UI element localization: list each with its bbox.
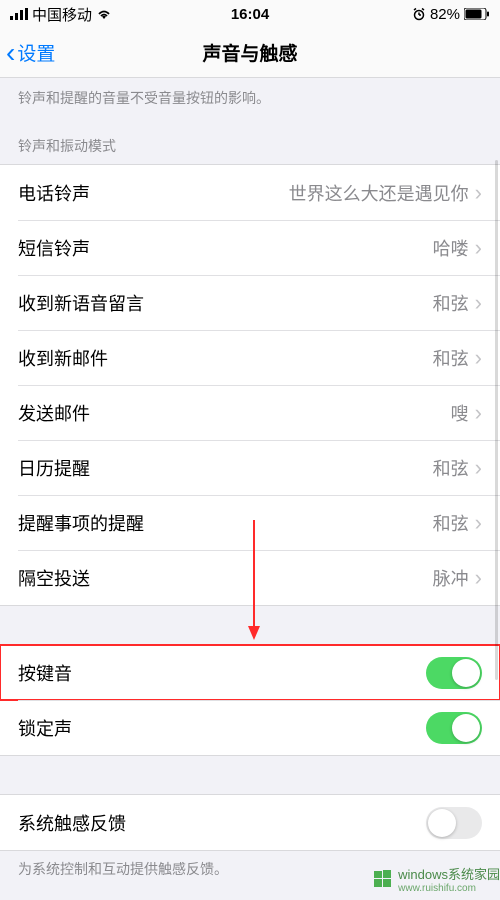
chevron-right-icon: › [475, 402, 482, 424]
row-value: 哈喽 [433, 235, 469, 261]
row-voicemail[interactable]: 收到新语音留言 和弦 › [0, 275, 500, 330]
chevron-right-icon: › [475, 457, 482, 479]
toggle-lock-sound[interactable] [426, 712, 482, 744]
row-label: 提醒事项的提醒 [18, 510, 144, 536]
row-label: 收到新语音留言 [18, 290, 144, 316]
back-button[interactable]: ‹ 设置 [0, 39, 55, 67]
row-label: 短信铃声 [18, 235, 90, 261]
row-label: 隔空投送 [18, 565, 90, 591]
group-ringtones: 电话铃声 世界这么大还是遇见你 › 短信铃声 哈喽 › 收到新语音留言 和弦 ›… [0, 164, 500, 606]
row-label: 收到新邮件 [18, 345, 108, 371]
back-label: 设置 [17, 39, 55, 66]
row-newmail[interactable]: 收到新邮件 和弦 › [0, 330, 500, 385]
scrollbar[interactable] [495, 160, 498, 680]
watermark-brand: windows系统家园 [398, 867, 500, 882]
watermark-url: www.ruishifu.com [398, 883, 500, 894]
row-value: 脉冲 [433, 565, 469, 591]
row-keyboard-clicks[interactable]: 按键音 [0, 645, 500, 700]
row-value: 和弦 [433, 510, 469, 536]
row-value: 世界这么大还是遇见你 [289, 180, 469, 206]
row-value: 和弦 [433, 290, 469, 316]
status-bar: 中国移动 16:04 82% [0, 0, 500, 28]
row-label: 发送邮件 [18, 400, 90, 426]
group-haptic: 系统触感反馈 [0, 794, 500, 851]
screen: 中国移动 16:04 82% ‹ 设置 声音与触感 铃声和提醒的音量不受音量按钮… [0, 0, 500, 900]
chevron-right-icon: › [475, 182, 482, 204]
nav-bar: ‹ 设置 声音与触感 [0, 28, 500, 78]
row-sentmail[interactable]: 发送邮件 嗖 › [0, 385, 500, 440]
chevron-right-icon: › [475, 512, 482, 534]
status-time: 16:04 [0, 6, 500, 23]
row-calendar[interactable]: 日历提醒 和弦 › [0, 440, 500, 495]
row-label: 电话铃声 [18, 180, 90, 206]
chevron-left-icon: ‹ [6, 39, 15, 67]
chevron-right-icon: › [475, 567, 482, 589]
row-label: 系统触感反馈 [18, 810, 126, 836]
row-value: 嗖 [451, 400, 469, 426]
group-sound-toggles: 按键音 锁定声 [0, 644, 500, 756]
page-title: 声音与触感 [0, 39, 500, 66]
watermark: windows系统家园 www.ruishifu.com [372, 864, 500, 894]
section-header-ringtones: 铃声和振动模式 [0, 116, 500, 164]
row-lock-sound[interactable]: 锁定声 [0, 700, 500, 755]
row-label: 日历提醒 [18, 455, 90, 481]
toggle-system-haptics[interactable] [426, 807, 482, 839]
chevron-right-icon: › [475, 347, 482, 369]
row-system-haptics[interactable]: 系统触感反馈 [0, 795, 500, 850]
row-airdrop[interactable]: 隔空投送 脉冲 › [0, 550, 500, 605]
toggle-keyboard-clicks[interactable] [426, 657, 482, 689]
chevron-right-icon: › [475, 237, 482, 259]
row-texttone[interactable]: 短信铃声 哈喽 › [0, 220, 500, 275]
row-ringtone[interactable]: 电话铃声 世界这么大还是遇见你 › [0, 165, 500, 220]
row-reminder[interactable]: 提醒事项的提醒 和弦 › [0, 495, 500, 550]
chevron-right-icon: › [475, 292, 482, 314]
row-value: 和弦 [433, 345, 469, 371]
row-label: 按键音 [18, 660, 72, 686]
row-label: 锁定声 [18, 715, 72, 741]
row-value: 和弦 [433, 455, 469, 481]
volume-note: 铃声和提醒的音量不受音量按钮的影响。 [0, 78, 500, 116]
